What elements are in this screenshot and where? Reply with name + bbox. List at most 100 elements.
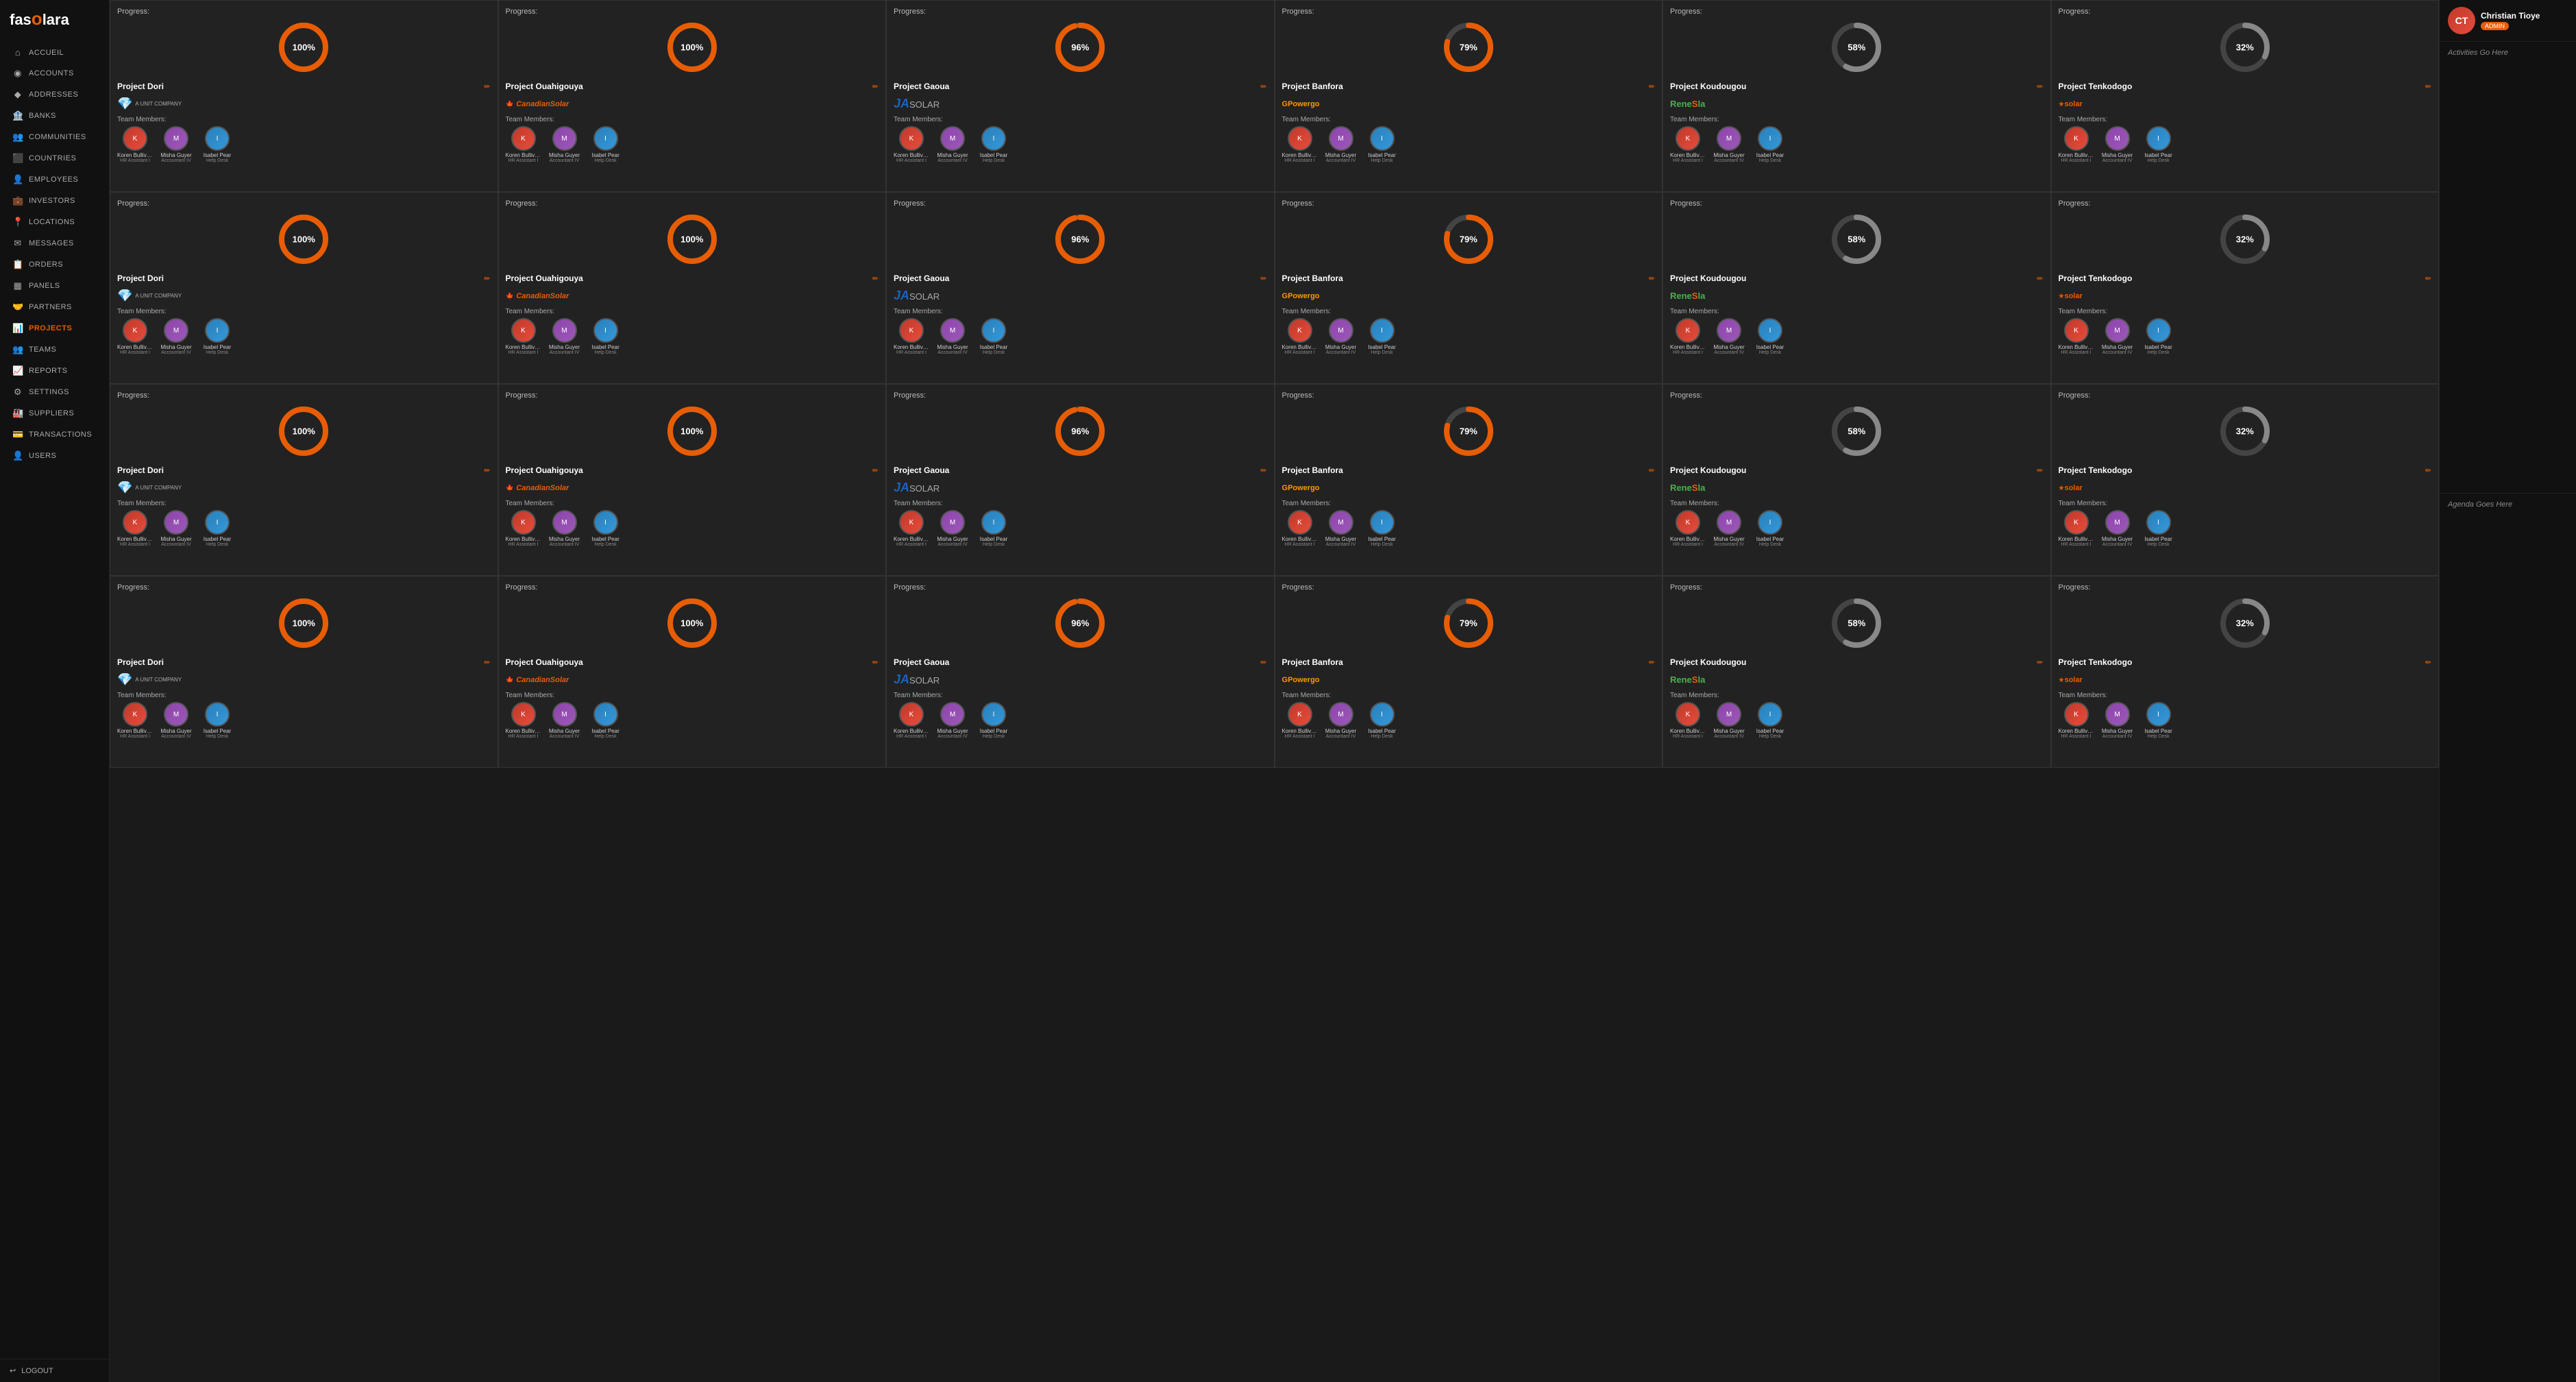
avatar: M <box>552 126 577 151</box>
member-role: Help Desk <box>2147 158 2169 163</box>
edit-icon[interactable]: ✏ <box>2425 82 2431 91</box>
sidebar-item-transactions[interactable]: 💳TRANSACTIONS <box>3 424 106 445</box>
avatar: K <box>511 126 536 151</box>
team-members-label: Team Members: <box>506 116 879 123</box>
project-logo: JASOLAR <box>894 479 1267 496</box>
sidebar-item-messages[interactable]: ✉MESSAGES <box>3 233 106 254</box>
member-role: HR Assistant I <box>2061 350 2092 355</box>
edit-icon[interactable]: ✏ <box>872 274 879 283</box>
sidebar-item-users[interactable]: 👤USERS <box>3 446 106 466</box>
team-members-label: Team Members: <box>2059 116 2432 123</box>
member-role: Accountant IV <box>550 350 580 355</box>
edit-icon[interactable]: ✏ <box>1260 466 1266 475</box>
sidebar-item-suppliers[interactable]: 🏭SUPPLIERS <box>3 403 106 424</box>
member-role: HR Assistant I <box>1285 542 1315 547</box>
team-member: K Koren Bullivent HR Assistant I <box>2059 318 2094 355</box>
sidebar-item-investors[interactable]: 💼INVESTORS <box>3 191 106 211</box>
sidebar-item-addresses[interactable]: ◆ADDRESSES <box>3 84 106 105</box>
member-role: Help Desk <box>2147 542 2169 547</box>
sidebar-item-banks[interactable]: 🏦BANKS <box>3 106 106 126</box>
member-role: HR Assistant I <box>120 350 150 355</box>
sidebar-item-panels[interactable]: ▦PANELS <box>3 276 106 296</box>
sidebar-item-teams[interactable]: 👥TEAMS <box>3 339 106 360</box>
member-name: Isabel Pear <box>2141 536 2176 542</box>
sidebar-item-settings[interactable]: ⚙SETTINGS <box>3 382 106 402</box>
edit-icon[interactable]: ✏ <box>484 82 490 91</box>
team-member: I Isabel Pear Help Desk <box>588 126 624 163</box>
edit-icon[interactable]: ✏ <box>1260 82 1266 91</box>
project-logo: ReneSla <box>1670 479 2044 496</box>
sidebar-item-locations[interactable]: 📍LOCATIONS <box>3 212 106 232</box>
member-name: Koren Bullivent <box>1670 536 1706 542</box>
sidebar-item-partners[interactable]: 🤝PARTNERS <box>3 297 106 317</box>
logout-button[interactable]: ↩ LOGOUT <box>0 1359 109 1382</box>
avatar: I <box>2146 126 2171 151</box>
edit-icon[interactable]: ✏ <box>2425 658 2431 667</box>
member-name: Isabel Pear <box>1364 536 1400 542</box>
edit-icon[interactable]: ✏ <box>2037 82 2043 91</box>
agenda-section: Agenda Goes Here <box>2440 494 2576 1382</box>
edit-icon[interactable]: ✏ <box>484 274 490 283</box>
member-role: HR Assistant I <box>508 734 539 739</box>
team-member: M Misha Guyer Accountant IV <box>158 510 194 547</box>
team-member: M Misha Guyer Accountant IV <box>1711 126 1747 163</box>
member-role: Help Desk <box>983 734 1005 739</box>
team-member: M Misha Guyer Accountant IV <box>158 126 194 163</box>
sidebar-item-accueil[interactable]: ⌂ACCUEIL <box>3 43 106 62</box>
edit-icon[interactable]: ✏ <box>872 658 879 667</box>
team-members-label: Team Members: <box>2059 692 2432 699</box>
member-role: Help Desk <box>983 542 1005 547</box>
project-card: Progress: 100% Project Ouahigouya ✏ 🍁 Ca… <box>498 0 887 192</box>
team-member: K Koren Bullivent HR Assistant I <box>1282 510 1318 547</box>
project-card: Progress: 32% Project Tenkodogo ✏ ★solar… <box>2051 576 2440 768</box>
edit-icon[interactable]: ✏ <box>2425 274 2431 283</box>
sidebar-item-orders[interactable]: 📋ORDERS <box>3 254 106 275</box>
project-card: Progress: 100% Project Dori ✏ 💎A UNIT CO… <box>110 0 498 192</box>
edit-icon[interactable]: ✏ <box>2037 274 2043 283</box>
project-title: Project Ouahigouya <box>506 82 583 91</box>
team-member: K Koren Bullivent HR Assistant I <box>506 510 541 547</box>
member-name: Koren Bullivent <box>117 344 153 350</box>
member-role: Help Desk <box>1759 542 1781 547</box>
edit-icon[interactable]: ✏ <box>1649 82 1655 91</box>
edit-icon[interactable]: ✏ <box>872 82 879 91</box>
sidebar-item-countries[interactable]: ⬛COUNTRIES <box>3 148 106 169</box>
avatar: I <box>593 510 618 535</box>
project-title: Project Banfora <box>1282 82 1343 91</box>
edit-icon[interactable]: ✏ <box>872 466 879 475</box>
edit-icon[interactable]: ✏ <box>1260 658 1266 667</box>
progress-label: Progress: <box>506 391 879 400</box>
sidebar-item-projects[interactable]: 📊PROJECTS <box>3 318 106 339</box>
sidebar-item-communities[interactable]: 👥COMMUNITIES <box>3 127 106 147</box>
avatar: K <box>1288 702 1312 727</box>
project-logo: GPowergo <box>1282 95 1656 112</box>
avatar: K <box>2064 318 2089 343</box>
team-members-label: Team Members: <box>894 500 1267 507</box>
progress-circle: 100% <box>506 20 879 75</box>
team-members-label: Team Members: <box>1670 116 2044 123</box>
progress-label: Progress: <box>894 199 1267 208</box>
edit-icon[interactable]: ✏ <box>484 466 490 475</box>
project-card: Progress: 32% Project Tenkodogo ✏ ★solar… <box>2051 384 2440 576</box>
project-title: Project Tenkodogo <box>2059 657 2133 667</box>
avatar: CT <box>2448 7 2475 34</box>
avatar: M <box>1329 126 1353 151</box>
edit-icon[interactable]: ✏ <box>1649 466 1655 475</box>
avatar: K <box>899 510 924 535</box>
team-members-label: Team Members: <box>1282 308 1656 315</box>
team-member: M Misha Guyer Accountant IV <box>1323 126 1359 163</box>
edit-icon[interactable]: ✏ <box>1649 274 1655 283</box>
sidebar-item-reports[interactable]: 📈REPORTS <box>3 361 106 381</box>
edit-icon[interactable]: ✏ <box>484 658 490 667</box>
edit-icon[interactable]: ✏ <box>2425 466 2431 475</box>
edit-icon[interactable]: ✏ <box>1649 658 1655 667</box>
project-card: Progress: 32% Project Tenkodogo ✏ ★solar… <box>2051 0 2440 192</box>
member-name: Isabel Pear <box>976 152 1011 158</box>
edit-icon[interactable]: ✏ <box>1260 274 1266 283</box>
sidebar-item-accounts[interactable]: ◉ACCOUNTS <box>3 63 106 84</box>
project-card: Progress: 58% Project Koudougou ✏ ReneSl… <box>1663 192 2051 384</box>
edit-icon[interactable]: ✏ <box>2037 658 2043 667</box>
edit-icon[interactable]: ✏ <box>2037 466 2043 475</box>
member-role: Accountant IV <box>550 158 580 163</box>
sidebar-item-employees[interactable]: 👤EMPLOYEES <box>3 169 106 190</box>
